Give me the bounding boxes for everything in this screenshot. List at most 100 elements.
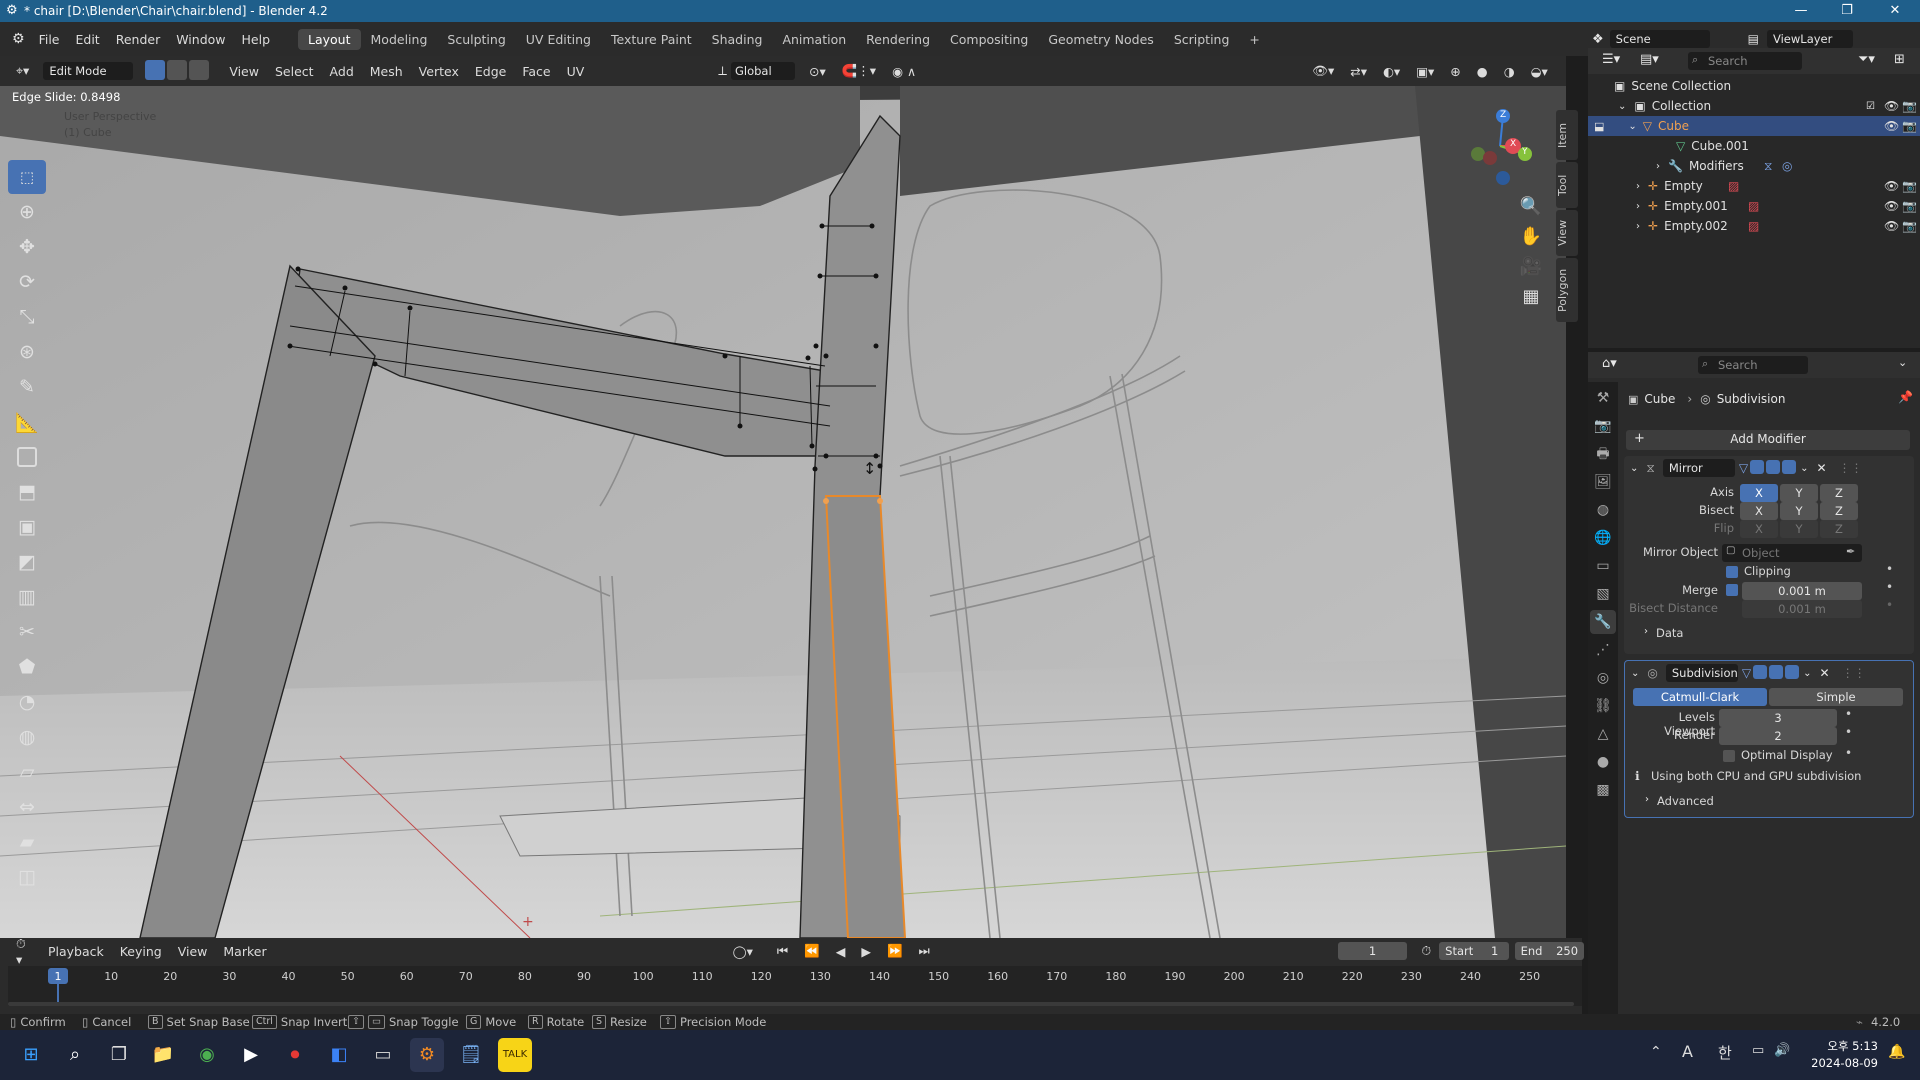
render-levels-field[interactable]: 2 (1719, 727, 1837, 745)
render-toggle-icon[interactable] (1785, 664, 1801, 682)
render-toggle-icon[interactable] (1782, 459, 1798, 477)
app-icon[interactable]: ◧ (322, 1038, 356, 1072)
axis-z-button[interactable]: Z (1820, 484, 1858, 502)
snap-icon[interactable]: 🧲⋮▾ (834, 63, 884, 79)
move-tool[interactable]: ✥ (8, 230, 46, 264)
outliner-editor-icon[interactable]: ☰▾ (1602, 52, 1620, 67)
poly-build-tool[interactable]: ⬟ (8, 650, 46, 684)
start-menu-icon[interactable]: ⊞ (14, 1038, 48, 1072)
network-icon[interactable]: ▭ (1752, 1043, 1764, 1058)
chevron-down-icon[interactable]: ⌄ (1898, 356, 1907, 369)
menu-vertex[interactable]: Vertex (411, 64, 467, 79)
video-editor-icon[interactable]: ⏺ (278, 1038, 312, 1072)
outliner-item-empty-001[interactable]: › ✛ Empty.001 ▨ 👁 📷 (1588, 196, 1920, 216)
clock-time[interactable]: 오후 5:13 (1814, 1038, 1878, 1054)
expand-arrow-icon[interactable]: ⌄ (1618, 101, 1626, 112)
3d-viewport[interactable]: ↕ + ⌖▾ Edit Mode View Select Add Mesh Ve… (0, 56, 1566, 938)
pin-icon[interactable]: 📌 (1898, 390, 1913, 404)
maximize-button[interactable]: ❐ (1824, 0, 1870, 22)
eye-icon[interactable]: 👁 (1884, 219, 1899, 233)
world-tab-icon[interactable]: 🌐 (1590, 526, 1616, 550)
edit-mode-toggle-icon[interactable]: ▽ (1739, 461, 1748, 475)
bisect-y-button[interactable]: Y (1780, 502, 1818, 520)
ime-language-label[interactable]: 한 (1718, 1042, 1732, 1063)
advanced-subpanel-label[interactable]: Advanced (1657, 794, 1714, 808)
tab-layout[interactable]: Layout (298, 28, 361, 50)
tab-view[interactable]: View (1556, 210, 1578, 256)
mode-selector[interactable]: Edit Mode (43, 62, 134, 80)
flip-x-button[interactable]: X (1740, 520, 1778, 538)
loop-cut-tool[interactable]: ▥ (8, 580, 46, 614)
search-icon[interactable]: ⌕ (58, 1038, 92, 1072)
camera-view-icon[interactable]: 🎥 (1516, 252, 1546, 282)
menu-edit[interactable]: Edit (67, 32, 107, 47)
optimal-display-checkbox[interactable] (1723, 750, 1735, 762)
kakaotalk-icon[interactable]: TALK (498, 1038, 532, 1072)
rip-region-tool[interactable]: ◫ (8, 860, 46, 894)
volume-icon[interactable]: 🔊 (1774, 1043, 1790, 1058)
scene-tab-icon[interactable]: ◍ (1590, 498, 1616, 522)
end-frame-field[interactable]: 250 (1552, 942, 1582, 960)
tray-expand-icon[interactable]: ⌃ (1650, 1044, 1662, 1060)
task-view-icon[interactable]: ❐ (102, 1038, 136, 1072)
chrome-icon[interactable]: ◉ (190, 1038, 224, 1072)
scale-tool[interactable]: ⤡ (8, 300, 46, 334)
data-subpanel-label[interactable]: Data (1656, 626, 1683, 640)
menu-window[interactable]: Window (168, 32, 233, 47)
outliner-item-cube[interactable]: ⬓ ⌄ ▽ Cube 👁 📷 (1588, 116, 1920, 136)
shading-solid-icon[interactable]: ● (1469, 64, 1496, 79)
menu-keying[interactable]: Keying (112, 944, 170, 959)
cage-toggle-icon[interactable] (1750, 459, 1766, 477)
tab-uv-editing[interactable]: UV Editing (516, 29, 601, 50)
tab-item[interactable]: Item (1556, 110, 1578, 160)
camera-icon[interactable]: 📷 (1902, 99, 1917, 113)
new-collection-icon[interactable]: ⊞ (1894, 52, 1905, 67)
tab-shading[interactable]: Shading (702, 29, 773, 50)
close-icon[interactable]: ✕ (1820, 666, 1830, 680)
view-layer-tab-icon[interactable]: 🖼 (1590, 470, 1616, 494)
mirror-name-field[interactable]: Mirror (1662, 459, 1735, 477)
camera-icon[interactable]: 📷 (1902, 199, 1917, 213)
jump-start-icon[interactable]: ⏮ (769, 943, 796, 959)
timeline-scrollbar[interactable] (8, 1002, 1574, 1006)
edge-slide-tool[interactable]: ▱ (8, 755, 46, 789)
chevron-down-icon[interactable]: ⌄ (1803, 668, 1811, 679)
start-frame-field[interactable]: 1 (1483, 942, 1507, 960)
tab-compositing[interactable]: Compositing (940, 29, 1038, 50)
add-workspace-button[interactable]: + (1239, 29, 1269, 50)
constraints-tab-icon[interactable]: ⛓ (1590, 694, 1616, 718)
tab-polygon[interactable]: Polygon (1556, 258, 1578, 322)
annotate-tool[interactable]: ✎ (8, 370, 46, 404)
next-keyframe-icon[interactable]: ⏩ (879, 943, 911, 959)
menu-help[interactable]: Help (234, 32, 279, 47)
transform-tool[interactable]: ⊛ (8, 335, 46, 369)
render-tab-icon[interactable]: 📷 (1590, 414, 1616, 438)
add-modifier-button[interactable]: + Add Modifier (1626, 430, 1910, 450)
flip-y-button[interactable]: Y (1780, 520, 1818, 538)
pan-hand-icon[interactable]: ✋ (1516, 222, 1546, 252)
simple-button[interactable]: Simple (1769, 688, 1903, 706)
play-reverse-icon[interactable]: ◀ (828, 944, 854, 959)
auto-keying-icon[interactable]: ◯▾ (725, 944, 761, 959)
drag-handle-icon[interactable]: ⋮⋮ (1842, 666, 1866, 680)
keyframe-dot-icon[interactable]: • (1845, 746, 1852, 760)
gizmo-toggle-icon[interactable]: ⇄▾ (1342, 64, 1375, 79)
notification-bell-icon[interactable]: 🔔 (1888, 1044, 1905, 1060)
axis-x-button[interactable]: X (1740, 484, 1778, 502)
merge-distance-field[interactable]: 0.001 m (1742, 582, 1862, 600)
timeline-editor-icon[interactable]: ⏱▾ (8, 936, 40, 967)
object-tab-icon[interactable]: ▧ (1590, 582, 1616, 606)
cage-toggle-icon[interactable] (1753, 664, 1769, 682)
editor-type-icon[interactable]: ⌖▾ (8, 63, 37, 79)
expand-arrow-icon[interactable]: › (1636, 221, 1640, 232)
collapse-arrow-icon[interactable]: ⌄ (1631, 668, 1639, 679)
eye-icon[interactable]: 👁 (1884, 179, 1899, 193)
outliner-item-cube-001[interactable]: ▽ Cube.001 (1588, 136, 1920, 156)
properties-search-input[interactable]: Search (1698, 356, 1808, 374)
flip-z-button[interactable]: Z (1820, 520, 1858, 538)
tab-texture-paint[interactable]: Texture Paint (601, 29, 702, 50)
expand-arrow-icon[interactable]: › (1656, 161, 1660, 172)
tab-modeling[interactable]: Modeling (361, 29, 438, 50)
mirror-object-field[interactable]: Object (1722, 544, 1862, 562)
material-tab-icon[interactable]: ● (1590, 750, 1616, 774)
